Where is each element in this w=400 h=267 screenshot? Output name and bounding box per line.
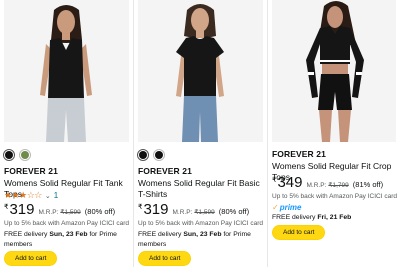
color-swatches: [3, 149, 31, 161]
swatch-black-2[interactable]: [153, 149, 165, 161]
model-black-tank-top-icon: [4, 0, 129, 142]
swatch-black[interactable]: [137, 149, 149, 161]
delivery-info: FREE delivery Sun, 23 Feb for Prime memb…: [138, 231, 251, 248]
product-card-2[interactable]: FOREVER 21 Womens Solid Regular Fit Basi…: [134, 0, 267, 267]
product-grid: FOREVER 21 Womens Solid Regular Fit Tank…: [0, 0, 400, 267]
product-image[interactable]: [138, 0, 263, 142]
chevron-down-icon: ⌄: [44, 192, 51, 200]
product-card-1[interactable]: FOREVER 21 Womens Solid Regular Fit Tank…: [0, 0, 133, 267]
delivery-info: FREE delivery Sun, 23 Feb for Prime memb…: [4, 231, 117, 248]
cashback-offer: Up to 5% back with Amazon Pay ICICI card: [272, 193, 397, 200]
star-rating-icon: ★★★☆☆: [4, 190, 42, 200]
product-image[interactable]: [4, 0, 129, 142]
swatch-olive[interactable]: [19, 149, 31, 161]
model-black-crop-top-icon: [272, 0, 396, 142]
mrp-label: M.R.P:: [306, 182, 327, 189]
model-black-tshirt-icon: [138, 0, 263, 142]
color-swatches: [137, 149, 165, 161]
prime-badge: ✓ prime: [272, 203, 302, 212]
add-to-cart-button[interactable]: Add to cart: [272, 225, 326, 240]
currency-symbol: ₹: [272, 177, 277, 184]
price: 319: [143, 201, 169, 218]
add-to-cart-button[interactable]: Add to cart: [138, 251, 192, 266]
product-brand: FOREVER 21: [272, 149, 326, 159]
delivery-date: Sun, 23 Feb: [49, 231, 88, 238]
discount-percent: (80% off): [218, 207, 250, 216]
product-card-3[interactable]: FOREVER 21 Womens Solid Regular Fit Crop…: [268, 0, 400, 267]
price: 349: [277, 174, 303, 191]
product-title-link[interactable]: Womens Solid Regular Fit Basic T-Shirts: [138, 178, 265, 200]
price: 319: [9, 201, 35, 218]
check-icon: ✓: [272, 203, 279, 212]
delivery-date: Sun, 23 Feb: [183, 231, 222, 238]
currency-symbol: ₹: [138, 204, 143, 211]
discount-percent: (80% off): [84, 207, 116, 216]
delivery-date: Fri, 21 Feb: [317, 214, 352, 221]
cashback-offer: Up to 5% back with Amazon Pay ICICI card: [138, 220, 263, 227]
product-rating[interactable]: ★★★☆☆ ⌄ 1: [4, 190, 58, 201]
mrp-label: M.R.P:: [172, 209, 193, 216]
currency-symbol: ₹: [4, 204, 9, 211]
price-row: ₹ 319 M.R.P: ₹1,599 (80% off): [4, 201, 115, 218]
price-row: ₹ 349 M.R.P: ₹1,799 (81% off): [272, 174, 383, 191]
add-to-cart-button[interactable]: Add to cart: [4, 251, 58, 266]
swatch-black[interactable]: [3, 149, 15, 161]
product-brand: FOREVER 21: [138, 166, 192, 176]
discount-percent: (81% off): [352, 180, 384, 189]
mrp-label: M.R.P:: [38, 209, 59, 216]
price-row: ₹ 319 M.R.P: ₹1,599 (80% off): [138, 201, 249, 218]
rating-count[interactable]: 1: [54, 191, 58, 200]
product-brand: FOREVER 21: [4, 166, 58, 176]
mrp-value: ₹1,799: [328, 182, 349, 189]
mrp-value: ₹1,599: [194, 209, 215, 216]
delivery-info: FREE delivery Fri, 21 Feb: [272, 214, 352, 221]
mrp-value: ₹1,599: [60, 209, 81, 216]
cashback-offer: Up to 5% back with Amazon Pay ICICI card: [4, 220, 129, 227]
product-image[interactable]: [272, 0, 396, 142]
